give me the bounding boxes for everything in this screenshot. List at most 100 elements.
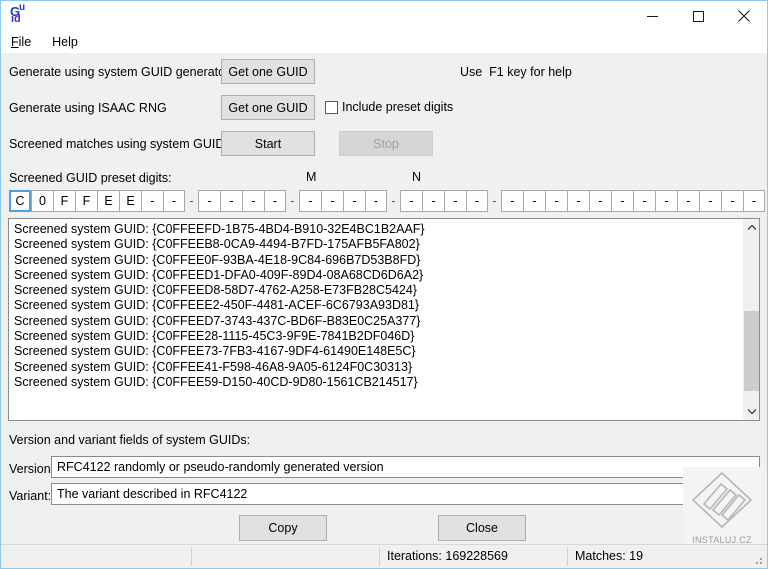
version-value-field[interactable]: RFC4122 randomly or pseudo-randomly gene… xyxy=(51,456,760,478)
resize-grip-icon[interactable] xyxy=(752,554,764,566)
preset-digit-cell[interactable]: - xyxy=(677,190,699,212)
preset-digit-group: ------------ xyxy=(501,190,765,212)
copy-button[interactable]: Copy xyxy=(239,515,327,541)
preset-digit-cell[interactable]: - xyxy=(264,190,286,212)
preset-digit-cell[interactable]: - xyxy=(343,190,365,212)
preset-digit-separator: - xyxy=(492,194,497,208)
menu-file-accel: F xyxy=(11,35,19,49)
guid-list-item[interactable]: Screened system GUID: {C0FFEEFD-1B75-4BD… xyxy=(14,222,742,237)
preset-digits-title: Screened GUID preset digits: xyxy=(9,171,172,185)
preset-digit-cell[interactable]: - xyxy=(163,190,185,212)
app-icon: G u id xyxy=(10,2,32,27)
preset-digit-cell[interactable]: - xyxy=(220,190,242,212)
guid-list-item[interactable]: Screened system GUID: {C0FFEE73-7FB3-416… xyxy=(14,344,742,359)
preset-digit-cell[interactable]: - xyxy=(567,190,589,212)
preset-digit-group: ---- xyxy=(198,190,286,212)
guid-list-item[interactable]: Screened system GUID: {C0FFEE0F-93BA-4E1… xyxy=(14,253,742,268)
version-label: Version: xyxy=(9,462,55,476)
status-divider-3 xyxy=(567,547,568,566)
variant-value-field[interactable]: The variant described in RFC4122 xyxy=(51,483,760,505)
menu-item-help[interactable]: Help xyxy=(50,34,80,50)
preset-digit-group: ---- xyxy=(400,190,488,212)
get-one-guid-isaac-button[interactable]: Get one GUID xyxy=(221,95,315,120)
preset-digit-cell[interactable]: - xyxy=(655,190,677,212)
guid-list-scrollbar[interactable] xyxy=(742,219,759,420)
preset-digit-separator: - xyxy=(290,194,295,208)
preset-digit-cell[interactable]: F xyxy=(75,190,97,212)
preset-label-m: M xyxy=(306,170,317,184)
app-icon-id: id xyxy=(11,13,21,25)
preset-label-n: N xyxy=(412,170,422,184)
preset-digit-cell[interactable]: 0 xyxy=(31,190,53,212)
preset-digit-cell[interactable]: - xyxy=(466,190,488,212)
checkbox-box-icon xyxy=(325,100,338,114)
preset-digit-cell[interactable]: F xyxy=(53,190,75,212)
preset-digit-cell[interactable]: - xyxy=(321,190,343,212)
app-icon-u: u xyxy=(19,2,26,13)
preset-digit-cell[interactable]: - xyxy=(501,190,523,212)
preset-digit-group: C0FFEE-- xyxy=(9,190,185,212)
version-variant-section-title: Version and variant fields of system GUI… xyxy=(9,433,251,447)
scrollbar-thumb[interactable] xyxy=(744,311,759,391)
close-dialog-button[interactable]: Close xyxy=(438,515,526,541)
stop-button[interactable]: Stop xyxy=(339,131,433,156)
preset-digit-cell[interactable]: - xyxy=(611,190,633,212)
preset-digit-cell[interactable]: - xyxy=(141,190,163,212)
status-iterations: Iterations: 169228569 xyxy=(387,549,508,563)
guid-list-item[interactable]: Screened system GUID: {C0FFEE28-1115-45C… xyxy=(14,329,742,344)
preset-digit-cell[interactable]: - xyxy=(444,190,466,212)
preset-digit-cell[interactable]: - xyxy=(545,190,567,212)
preset-digit-group: ---- xyxy=(299,190,387,212)
status-divider-2 xyxy=(379,547,380,566)
preset-digit-cell[interactable]: - xyxy=(299,190,321,212)
preset-digit-cell[interactable]: E xyxy=(119,190,141,212)
menu-item-file[interactable]: File xyxy=(9,34,33,50)
variant-label: Variant: xyxy=(9,489,52,503)
menu-bar: File Help xyxy=(1,31,767,53)
guid-list-item[interactable]: Screened system GUID: {C0FFEE59-D150-40C… xyxy=(14,375,742,390)
minimize-button[interactable] xyxy=(629,1,675,31)
preset-digit-cell[interactable]: E xyxy=(97,190,119,212)
preset-digit-cell[interactable]: - xyxy=(633,190,655,212)
preset-digit-cell[interactable]: - xyxy=(400,190,422,212)
preset-digit-cell[interactable]: - xyxy=(699,190,721,212)
preset-digit-cell[interactable]: - xyxy=(523,190,545,212)
preset-digits-row[interactable]: C0FFEE------------------------------ xyxy=(9,189,765,213)
guid-list-item[interactable]: Screened system GUID: {C0FFEE41-F598-46A… xyxy=(14,360,742,375)
preset-digit-cell[interactable]: C xyxy=(9,190,31,212)
preset-digit-cell[interactable]: - xyxy=(743,190,765,212)
guid-list-item[interactable]: Screened system GUID: {C0FFEED1-DFA0-409… xyxy=(14,268,742,283)
guid-list-item[interactable]: Screened system GUID: {C0FFEED7-3743-437… xyxy=(14,314,742,329)
include-preset-digits-checkbox[interactable]: Include preset digits xyxy=(325,100,453,114)
preset-digit-separator: - xyxy=(189,194,194,208)
scroll-down-arrow-icon[interactable] xyxy=(743,403,759,420)
title-bar: G u id xyxy=(1,1,767,31)
status-bar: Iterations: 169228569 Matches: 19 xyxy=(1,544,767,568)
status-matches: Matches: 19 xyxy=(575,549,644,563)
guid-list-box[interactable]: Screened system GUID: {C0FFEEFD-1B75-4BD… xyxy=(8,218,760,421)
preset-digit-separator: - xyxy=(391,194,396,208)
preset-digit-cell[interactable]: - xyxy=(365,190,387,212)
preset-digit-cell[interactable]: - xyxy=(242,190,264,212)
guid-list-content: Screened system GUID: {C0FFEEFD-1B75-4BD… xyxy=(9,219,742,390)
application-window: G u id File Help Generate using system G… xyxy=(0,0,768,569)
get-one-guid-system-button[interactable]: Get one GUID xyxy=(221,59,315,84)
status-divider-1 xyxy=(191,547,192,566)
label-system-generator: Generate using system GUID generator xyxy=(9,65,230,79)
menu-help-label: Help xyxy=(52,35,78,49)
scroll-up-arrow-icon[interactable] xyxy=(743,219,759,236)
preset-digit-cell[interactable]: - xyxy=(422,190,444,212)
guid-list-item[interactable]: Screened system GUID: {C0FFEED8-58D7-476… xyxy=(14,283,742,298)
help-hint-text: Use F1 key for help xyxy=(460,65,572,79)
guid-list-item[interactable]: Screened system GUID: {C0FFEEE2-450F-448… xyxy=(14,298,742,313)
close-button[interactable] xyxy=(721,1,767,31)
client-area: Generate using system GUID generator Get… xyxy=(1,53,767,568)
guid-list-item[interactable]: Screened system GUID: {C0FFEEB8-0CA9-449… xyxy=(14,237,742,252)
preset-digit-cell[interactable]: - xyxy=(198,190,220,212)
preset-digit-cell[interactable]: - xyxy=(721,190,743,212)
label-screened-matches: Screened matches using system GUIDs xyxy=(9,137,231,151)
start-button[interactable]: Start xyxy=(221,131,315,156)
label-isaac-rng: Generate using ISAAC RNG xyxy=(9,101,167,115)
maximize-button[interactable] xyxy=(675,1,721,31)
preset-digit-cell[interactable]: - xyxy=(589,190,611,212)
